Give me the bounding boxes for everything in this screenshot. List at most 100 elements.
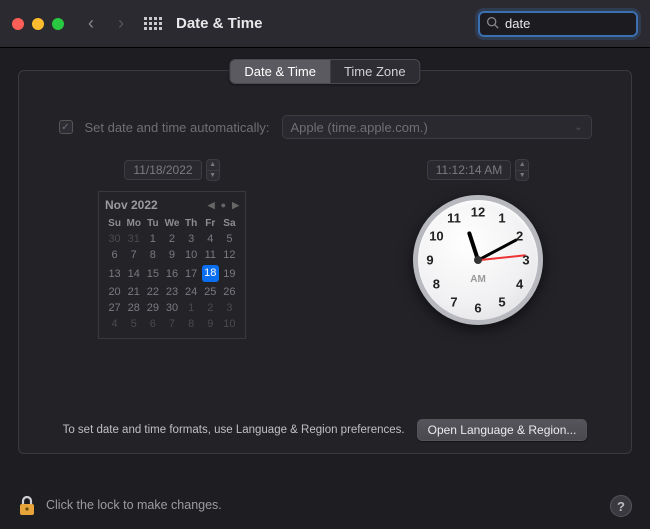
calendar-day-cell[interactable]: 5	[124, 316, 143, 332]
date-stepper-arrows[interactable]: ▲▼	[206, 159, 220, 181]
calendar-day-cell[interactable]: 2	[162, 231, 181, 247]
calendar-day-cell[interactable]: 9	[162, 247, 181, 263]
calendar-day-cell[interactable]: 6	[143, 316, 162, 332]
time-column: 11:12:14 AM ▲▼ AM 121234567891011	[325, 159, 631, 405]
calendar-day-cell[interactable]: 8	[182, 316, 201, 332]
calendar-day-cell[interactable]: 30	[162, 300, 181, 316]
calendar-day-cell[interactable]: 21	[124, 284, 143, 300]
calendar-day-cell[interactable]: 17	[182, 263, 201, 284]
calendar-day-cell[interactable]: 13	[105, 263, 124, 284]
format-hint-label: To set date and time formats, use Langua…	[63, 424, 405, 436]
calendar-day-cell[interactable]: 12	[220, 247, 239, 263]
calendar-today-button[interactable]: ●	[221, 200, 226, 211]
clock-number: 12	[471, 205, 485, 220]
calendar-dow-header: Su	[105, 216, 124, 231]
calendar-day-cell[interactable]: 15	[143, 263, 162, 284]
calendar-day-cell[interactable]: 10	[220, 316, 239, 332]
calendar-day-cell[interactable]: 8	[143, 247, 162, 263]
calendar-day-cell[interactable]: 19	[220, 263, 239, 284]
auto-set-row: ✓ Set date and time automatically: Apple…	[19, 115, 631, 139]
calendar-day-cell[interactable]: 6	[105, 247, 124, 263]
calendar-day-cell[interactable]: 27	[105, 300, 124, 316]
calendar-day-cell[interactable]: 29	[143, 300, 162, 316]
calendar-dow-header: Th	[182, 216, 201, 231]
tab-bar: Date & Time Time Zone	[229, 59, 420, 84]
panel-footer: To set date and time formats, use Langua…	[19, 419, 631, 441]
calendar-day-cell[interactable]: 20	[105, 284, 124, 300]
calendar-day-cell[interactable]: 1	[182, 300, 201, 316]
lock-hint-label: Click the lock to make changes.	[46, 498, 222, 512]
calendar-day-cell[interactable]: 5	[220, 231, 239, 247]
calendar-day-cell[interactable]: 2	[201, 300, 220, 316]
clock-ampm-label: AM	[470, 274, 486, 285]
open-language-region-button[interactable]: Open Language & Region...	[417, 419, 588, 441]
help-button[interactable]: ?	[610, 495, 632, 517]
calendar-dow-header: Mo	[124, 216, 143, 231]
time-stepper-arrows[interactable]: ▲▼	[515, 159, 529, 181]
close-window-button[interactable]	[12, 18, 24, 30]
calendar-day-cell[interactable]: 22	[143, 284, 162, 300]
calendar-day-cell[interactable]: 31	[124, 231, 143, 247]
back-button[interactable]: ‹	[80, 13, 102, 34]
lock-row: Click the lock to make changes.	[18, 495, 222, 515]
calendar-day-cell[interactable]: 14	[124, 263, 143, 284]
zoom-window-button[interactable]	[52, 18, 64, 30]
clock-number: 2	[516, 229, 523, 244]
calendar[interactable]: Nov 2022 ◀ ● ▶ SuMoTuWeThFrSa 3031123456…	[98, 191, 246, 339]
search-field-wrap[interactable]: ✕	[478, 11, 638, 37]
time-server-dropdown[interactable]: Apple (time.apple.com.) ⌄	[282, 115, 592, 139]
calendar-day-cell[interactable]: 16	[162, 263, 181, 284]
calendar-day-cell[interactable]: 7	[124, 247, 143, 263]
calendar-prev-button[interactable]: ◀	[208, 200, 215, 211]
clock-number: 1	[498, 211, 505, 226]
window-title: Date & Time	[176, 15, 262, 32]
calendar-day-cell[interactable]: 24	[182, 284, 201, 300]
calendar-day-cell[interactable]: 10	[182, 247, 201, 263]
calendar-day-cell[interactable]: 25	[201, 284, 220, 300]
calendar-day-cell[interactable]: 9	[201, 316, 220, 332]
titlebar: ‹ › Date & Time ✕	[0, 0, 650, 48]
chevron-down-icon: ⌄	[574, 122, 582, 133]
window-controls	[12, 18, 64, 30]
date-column: 11/18/2022 ▲▼ Nov 2022 ◀ ● ▶ SuMoTuWeThF…	[19, 159, 325, 405]
calendar-next-button[interactable]: ▶	[232, 200, 239, 211]
calendar-day-cell[interactable]: 11	[201, 247, 220, 263]
tab-time-zone[interactable]: Time Zone	[330, 60, 420, 83]
main-panel: Date & Time Time Zone ✓ Set date and tim…	[18, 70, 632, 454]
calendar-dow-header: Fr	[201, 216, 220, 231]
calendar-day-cell[interactable]: 4	[105, 316, 124, 332]
calendar-day-cell[interactable]: 3	[182, 231, 201, 247]
search-icon	[486, 16, 499, 32]
calendar-month-label: Nov 2022	[105, 198, 158, 212]
calendar-day-cell[interactable]: 28	[124, 300, 143, 316]
date-stepper[interactable]: 11/18/2022 ▲▼	[124, 159, 219, 181]
calendar-day-cell[interactable]: 7	[162, 316, 181, 332]
date-field[interactable]: 11/18/2022	[124, 160, 201, 180]
calendar-day-cell[interactable]: 1	[143, 231, 162, 247]
calendar-day-cell[interactable]: 23	[162, 284, 181, 300]
minimize-window-button[interactable]	[32, 18, 44, 30]
time-stepper[interactable]: 11:12:14 AM ▲▼	[427, 159, 530, 181]
forward-button[interactable]: ›	[110, 13, 132, 34]
calendar-dow-header: Tu	[143, 216, 162, 231]
clock-number: 7	[450, 294, 457, 309]
show-all-prefs-button[interactable]	[144, 17, 162, 30]
clock-number: 8	[433, 277, 440, 292]
time-server-value: Apple (time.apple.com.)	[291, 120, 428, 135]
calendar-day-cell[interactable]: 18	[201, 263, 220, 284]
calendar-day-cell[interactable]: 4	[201, 231, 220, 247]
tab-date-time[interactable]: Date & Time	[230, 60, 330, 83]
search-input[interactable]	[505, 16, 650, 31]
analog-clock[interactable]: AM 121234567891011	[413, 195, 543, 325]
calendar-day-cell[interactable]: 26	[220, 284, 239, 300]
calendar-day-cell[interactable]: 30	[105, 231, 124, 247]
auto-set-checkbox[interactable]: ✓	[59, 120, 73, 134]
time-field[interactable]: 11:12:14 AM	[427, 160, 512, 180]
lock-icon[interactable]	[18, 495, 36, 515]
calendar-grid: SuMoTuWeThFrSa 3031123456789101112131415…	[105, 216, 239, 332]
clock-number: 5	[498, 294, 505, 309]
clock-number: 4	[516, 277, 523, 292]
calendar-day-cell[interactable]: 3	[220, 300, 239, 316]
clock-number: 9	[426, 253, 433, 268]
clock-number: 10	[429, 229, 443, 244]
